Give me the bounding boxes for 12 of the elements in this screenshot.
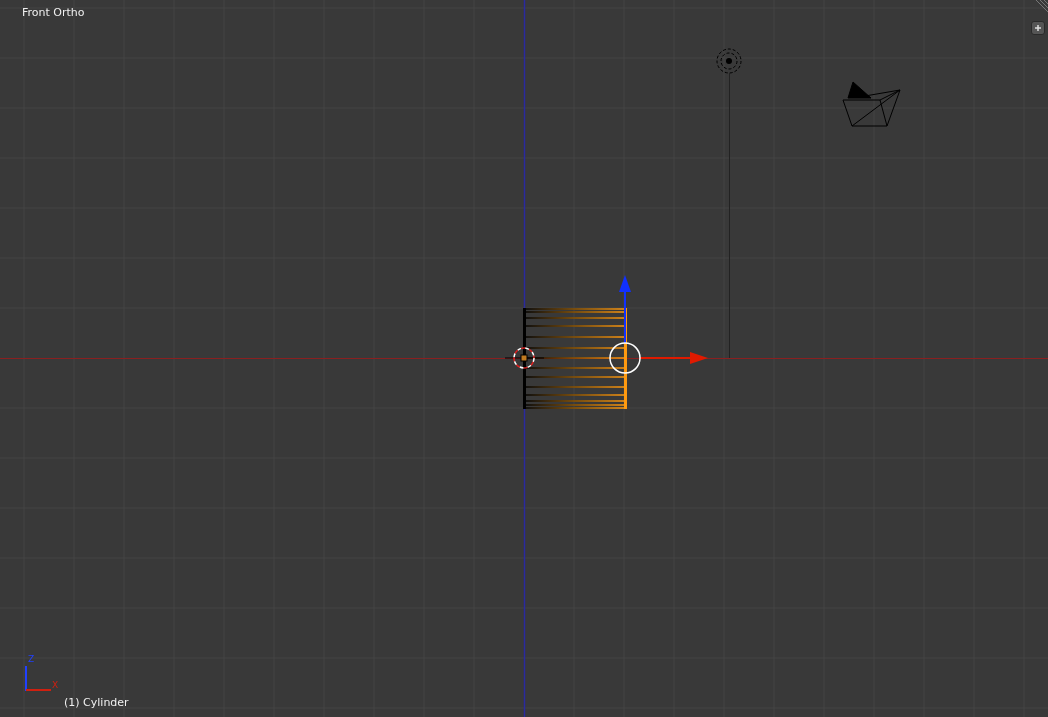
view-name-label: Front Ortho xyxy=(22,6,85,19)
3d-cursor-icon xyxy=(504,347,545,369)
3d-viewport[interactable]: Front Ortho Z X (1) Cylinder xyxy=(0,0,1048,717)
plus-icon xyxy=(1032,22,1044,34)
corner-grip-icon[interactable] xyxy=(1035,0,1048,13)
axes-icon xyxy=(25,665,52,692)
transform-gizmo-drawing[interactable] xyxy=(609,275,708,374)
axis-label: X xyxy=(52,680,59,690)
axis-label: Z xyxy=(28,654,35,664)
add-button[interactable] xyxy=(1031,21,1045,35)
object-label: (1) Cylinder xyxy=(64,696,129,709)
cylinder-wireframe-drawing[interactable] xyxy=(523,308,627,409)
